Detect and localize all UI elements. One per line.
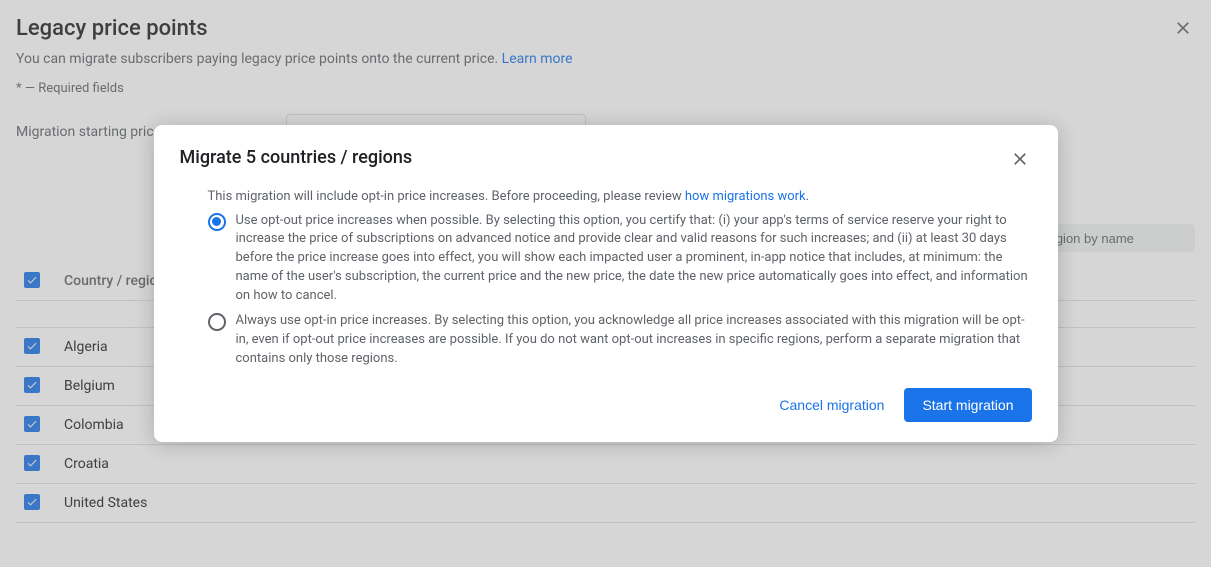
dialog-intro: This migration will include opt-in price… xyxy=(180,189,1032,204)
start-button[interactable]: Start migration xyxy=(904,388,1031,422)
dialog-title: Migrate 5 countries / regions xyxy=(180,147,413,168)
migrate-dialog: Migrate 5 countries / regions This migra… xyxy=(154,125,1058,443)
opt-in-radio[interactable] xyxy=(208,313,226,331)
opt-out-radio[interactable] xyxy=(208,213,226,231)
dialog-close-icon[interactable] xyxy=(1008,147,1032,171)
opt-out-label: Use opt-out price increases when possibl… xyxy=(236,212,1032,306)
how-migrations-work-link[interactable]: how migrations work xyxy=(685,189,806,204)
modal-scrim: Migrate 5 countries / regions This migra… xyxy=(0,0,1211,567)
opt-in-label: Always use opt-in price increases. By se… xyxy=(236,312,1032,369)
cancel-button[interactable]: Cancel migration xyxy=(765,388,898,422)
